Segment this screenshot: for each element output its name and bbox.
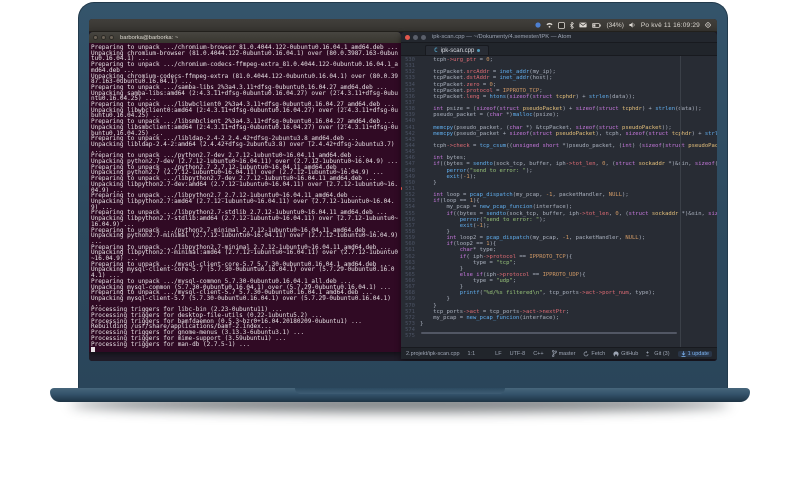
- terminal-line: Preparing to unpack .../chromium-codecs-…: [91, 61, 399, 74]
- encoding-indicator[interactable]: UTF-8: [510, 351, 526, 357]
- update-badge[interactable]: 1 update: [677, 350, 712, 357]
- atom-window: ipk-scan.cpp — ~/Dokumenty/4.semester/IP…: [401, 32, 717, 359]
- base-notch: [295, 388, 505, 394]
- keyboard-indicator-icon[interactable]: [557, 21, 565, 29]
- cursor-position[interactable]: 1:1: [468, 351, 476, 357]
- modified-dot-icon[interactable]: [477, 49, 481, 52]
- tab-bar: C ipk-scan.cpp: [401, 43, 717, 56]
- volume-icon[interactable]: [629, 22, 636, 28]
- minimize-button[interactable]: [101, 35, 106, 40]
- bluetooth-icon[interactable]: [569, 21, 574, 29]
- status-bar: 2.projekt/ipk-scan.cpp 1:1 LF UTF-8 C++ …: [401, 347, 717, 359]
- download-icon: [681, 350, 686, 357]
- git-plus-minus-icon: [646, 350, 649, 356]
- fetch-button[interactable]: Fetch: [583, 350, 605, 357]
- screen: (34%) Po kvě 11 16:09:29 barborka@barbor…: [89, 19, 717, 361]
- branch-icon: [551, 350, 557, 357]
- line-number: 575: [405, 333, 415, 340]
- desktop: barborka@barborka: ~ Preparing to unpack…: [89, 32, 717, 361]
- github-icon: [613, 350, 619, 357]
- terminal-line: Unpacking python2.7-minimal (2.7.12-1ubu…: [91, 232, 399, 245]
- status-file-path[interactable]: 2.projekt/ipk-scan.cpp: [406, 351, 460, 357]
- git-changes-button[interactable]: Git (3): [646, 350, 670, 357]
- terminal-output[interactable]: Preparing to unpack .../chromium-browser…: [89, 43, 401, 352]
- close-button[interactable]: [405, 34, 410, 40]
- close-button[interactable]: [93, 35, 98, 40]
- line-number-gutter: 530 531 532 533 534 535 536 537 538 539 540 541 542 5…: [401, 56, 418, 347]
- clock[interactable]: Po kvě 11 16:09:29: [641, 22, 700, 29]
- laptop-base: [50, 388, 750, 402]
- wrap-guide: [680, 56, 681, 347]
- code-line: tcph->check = tcp_csum((unsigned short *…: [420, 142, 717, 149]
- terminal-window: barborka@barborka: ~ Preparing to unpack…: [89, 32, 401, 352]
- maximize-button[interactable]: [421, 34, 426, 40]
- terminal-line: Unpacking libpython2.7-minimal:amd64 (2.…: [91, 249, 399, 263]
- terminal-titlebar[interactable]: barborka@barborka: ~: [89, 32, 401, 43]
- line-ending-indicator[interactable]: LF: [495, 351, 501, 357]
- session-gear-icon[interactable]: [705, 22, 711, 28]
- ubuntu-top-panel: (34%) Po kvě 11 16:09:29: [89, 19, 717, 32]
- terminal-title: barborka@barborka: ~: [120, 34, 179, 41]
- minimize-button[interactable]: [413, 34, 418, 40]
- battery-icon[interactable]: [591, 22, 601, 28]
- laptop-mockup: (34%) Po kvě 11 16:09:29 barborka@barbor…: [0, 0, 800, 477]
- terminal-line: Unpacking libpython2.7-stdlib:amd64 (2.7…: [91, 215, 399, 228]
- language-indicator[interactable]: C++: [533, 351, 543, 357]
- github-button[interactable]: GitHub: [613, 351, 638, 357]
- input-method-icon[interactable]: [534, 22, 541, 28]
- cpp-file-icon: C: [434, 47, 438, 54]
- maximize-button[interactable]: [109, 35, 114, 40]
- code-line: memcpy(pseudo_packet + sizeof(struct pse…: [433, 130, 717, 137]
- terminal-line: Processing triggers for man-db (2.7.5-1)…: [91, 340, 250, 348]
- sync-icon: [584, 350, 589, 356]
- horizontal-scrollbar[interactable]: [421, 332, 677, 334]
- tab-ipk-scan[interactable]: C ipk-scan.cpp: [425, 45, 490, 55]
- atom-titlebar[interactable]: ipk-scan.cpp — ~/Dokumenty/4.semester/IP…: [401, 32, 717, 43]
- atom-window-title: ipk-scan.cpp — ~/Dokumenty/4.semester/IP…: [432, 34, 572, 40]
- mail-icon[interactable]: [578, 22, 587, 28]
- tab-label: ipk-scan.cpp: [440, 47, 475, 54]
- git-branch[interactable]: master: [551, 350, 575, 357]
- wifi-icon[interactable]: [545, 22, 553, 28]
- battery-percentage: (34%): [606, 21, 624, 29]
- terminal-cursor: [91, 347, 95, 352]
- laptop-lid: (34%) Po kvě 11 16:09:29 barborka@barbor…: [78, 2, 728, 388]
- code-pane[interactable]: tcph->urg_ptr = 0; tcpPacket.srcAddr = i…: [418, 56, 717, 347]
- code-editor[interactable]: 530 531 532 533 534 535 536 537 538 539 540 541 542 5…: [401, 56, 717, 347]
